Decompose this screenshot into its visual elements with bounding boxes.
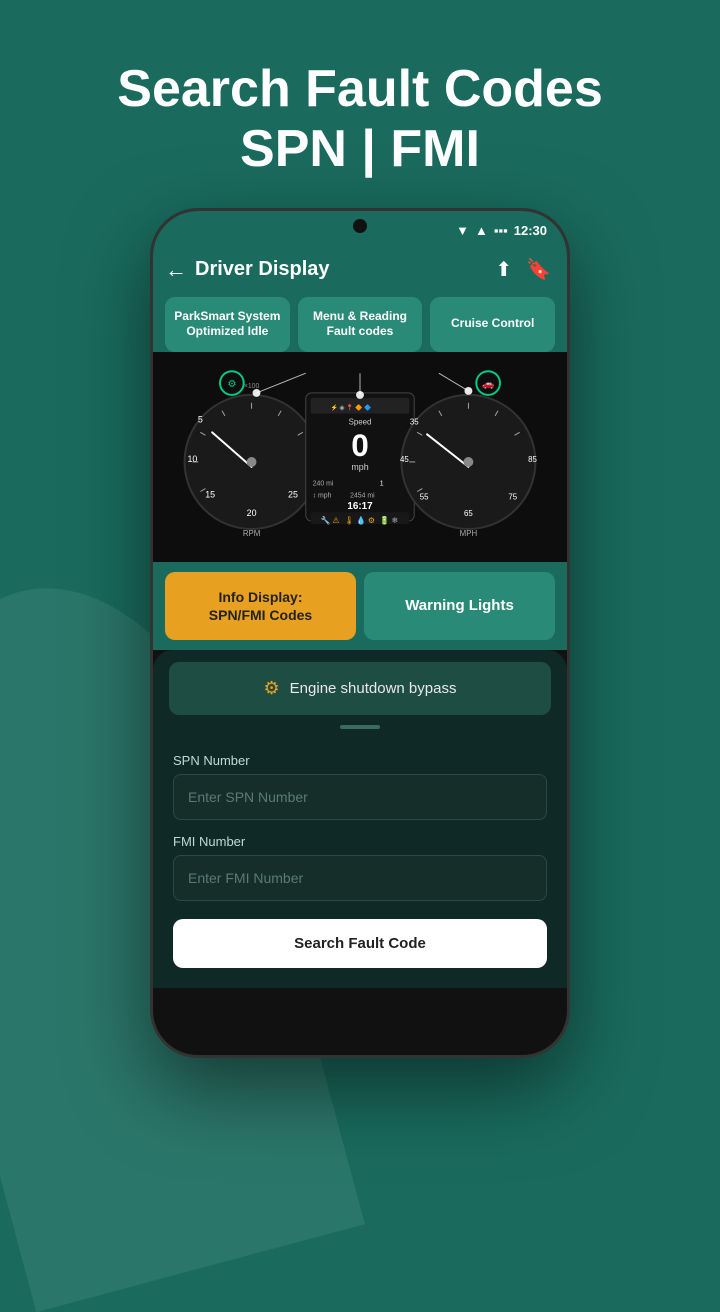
search-fault-button[interactable]: Search Fault Code — [173, 919, 547, 968]
bottom-sheet: ⚙ Engine shutdown bypass SPN Number FMI … — [153, 650, 567, 988]
status-icons: ▼ ▲ ▪▪▪ 12:30 — [456, 223, 547, 238]
camera-notch — [353, 219, 367, 233]
svg-text:↕ mph: ↕ mph — [313, 492, 332, 499]
svg-text:💧: 💧 — [356, 515, 366, 525]
status-bar: ▼ ▲ ▪▪▪ 12:30 — [153, 211, 567, 247]
svg-text:25: 25 — [288, 489, 298, 499]
svg-text:5: 5 — [198, 414, 203, 424]
dashboard-display: 5 10 15 20 25 30 RPM ×100 ⚙ — [153, 352, 567, 562]
engine-icon: ⚙ — [264, 678, 280, 699]
feature-buttons-row: ParkSmart System Optimized Idle Menu & R… — [153, 297, 567, 352]
svg-text:⚠: ⚠ — [332, 516, 339, 525]
svg-text:RPM: RPM — [243, 529, 261, 538]
svg-text:20: 20 — [247, 508, 257, 518]
search-form: SPN Number FMI Number Search Fault Code — [169, 743, 551, 968]
app-bar-title: Driver Display — [195, 258, 330, 281]
info-display-button[interactable]: Info Display:SPN/FMI Codes — [165, 572, 356, 640]
bookmark-icon[interactable]: 🔖 — [526, 257, 551, 282]
svg-text:❄: ❄ — [392, 516, 399, 525]
battery-icon: ▪▪▪ — [494, 223, 508, 238]
svg-text:0: 0 — [351, 427, 369, 463]
wifi-icon: ▼ — [456, 223, 469, 238]
svg-text:55: 55 — [420, 492, 429, 501]
header-line1: Search Fault Codes — [117, 60, 602, 118]
spn-input[interactable] — [173, 774, 547, 820]
phone-mockup: ▼ ▲ ▪▪▪ 12:30 ← Driver Display ⬆ 🔖 ParkS… — [150, 208, 570, 1058]
svg-text:🔧: 🔧 — [321, 515, 331, 525]
back-button[interactable]: ← — [165, 257, 187, 283]
svg-text:2454 mi: 2454 mi — [350, 492, 375, 499]
action-buttons-row: Info Display:SPN/FMI Codes Warning Light… — [153, 562, 567, 650]
svg-text:75: 75 — [508, 492, 517, 501]
spn-label: SPN Number — [173, 753, 547, 768]
svg-text:1: 1 — [380, 480, 384, 487]
svg-text:⚙: ⚙ — [227, 379, 236, 390]
fmi-label: FMI Number — [173, 834, 547, 849]
info-display-label: Info Display:SPN/FMI Codes — [209, 589, 312, 623]
share-icon[interactable]: ⬆ — [495, 257, 512, 282]
menu-fault-button[interactable]: Menu & Reading Fault codes — [298, 297, 423, 352]
svg-text:MPH: MPH — [460, 529, 478, 538]
svg-text:mph: mph — [351, 462, 368, 472]
svg-text:⚡ ◉ 📍 🔶 🔷: ⚡ ◉ 📍 🔶 🔷 — [330, 403, 372, 411]
status-time: 12:30 — [514, 223, 547, 238]
svg-text:65: 65 — [464, 509, 473, 518]
engine-bypass-button[interactable]: ⚙ Engine shutdown bypass — [169, 662, 551, 715]
svg-text:16:17: 16:17 — [347, 501, 373, 512]
warning-lights-button[interactable]: Warning Lights — [364, 572, 555, 640]
signal-icon: ▲ — [475, 223, 488, 238]
app-top-bar: ← Driver Display ⬆ 🔖 — [153, 247, 567, 297]
dashboard-svg: 5 10 15 20 25 30 RPM ×100 ⚙ — [153, 352, 567, 562]
svg-text:🌡: 🌡 — [344, 516, 354, 525]
svg-text:×100: ×100 — [244, 383, 260, 390]
cruise-control-button[interactable]: Cruise Control — [430, 297, 555, 352]
svg-text:Speed: Speed — [349, 417, 372, 426]
page-header: Search Fault Codes SPN | FMI — [117, 60, 602, 180]
svg-text:15: 15 — [205, 489, 215, 499]
fmi-input[interactable] — [173, 855, 547, 901]
svg-text:🚗: 🚗 — [482, 379, 494, 390]
header-line2: SPN | FMI — [240, 120, 480, 178]
drag-handle — [340, 725, 380, 729]
parksmart-button[interactable]: ParkSmart System Optimized Idle — [165, 297, 290, 352]
engine-bypass-label: Engine shutdown bypass — [290, 680, 457, 697]
svg-text:🔋: 🔋 — [380, 515, 390, 525]
svg-text:⚙: ⚙ — [368, 516, 375, 525]
svg-text:85: 85 — [528, 455, 537, 464]
svg-text:45: 45 — [400, 455, 409, 464]
svg-text:35: 35 — [410, 417, 419, 426]
svg-text:10: 10 — [187, 454, 197, 464]
svg-text:240 mi: 240 mi — [313, 480, 334, 487]
